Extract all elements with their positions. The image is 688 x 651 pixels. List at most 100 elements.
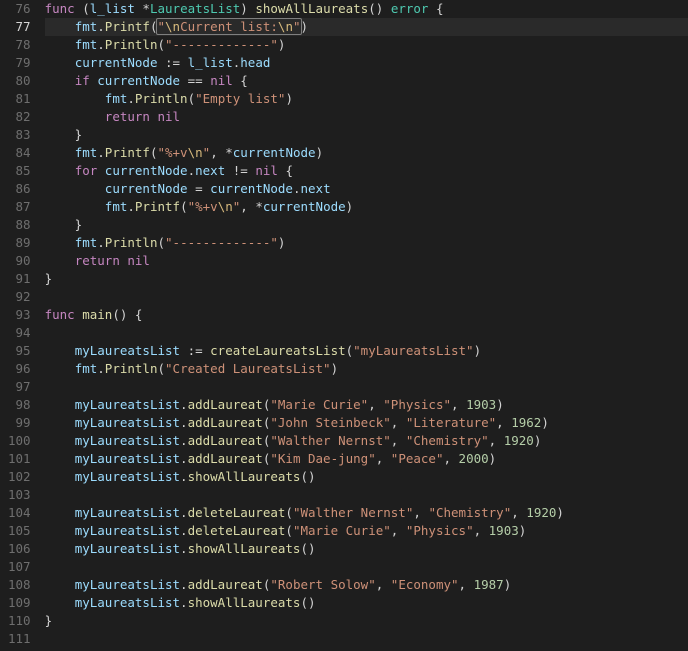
token: addLaureat	[188, 433, 263, 448]
token: myLaureatsList	[75, 433, 180, 448]
token: \n	[218, 199, 233, 214]
token: "Robert Solow"	[270, 577, 375, 592]
code-line[interactable]: return nil	[45, 108, 688, 126]
code-line[interactable]: fmt.Println("Empty list")	[45, 90, 688, 108]
code-line[interactable]: myLaureatsList.addLaureat("John Steinbec…	[45, 414, 688, 432]
code-line[interactable]	[45, 558, 688, 576]
token: .	[97, 37, 105, 52]
token: "Chemistry"	[406, 433, 489, 448]
line-number: 86	[8, 180, 31, 198]
token	[45, 505, 75, 520]
token	[45, 541, 75, 556]
token: *	[135, 1, 150, 16]
token: next	[301, 181, 331, 196]
token: 1903	[489, 523, 519, 538]
token: addLaureat	[188, 577, 263, 592]
code-line[interactable]: myLaureatsList.showAllLaureats()	[45, 540, 688, 558]
code-line[interactable]	[45, 378, 688, 396]
code-line[interactable]: myLaureatsList.deleteLaureat("Walther Ne…	[45, 504, 688, 522]
token: func	[45, 307, 75, 322]
code-line[interactable]: myLaureatsList.showAllLaureats()	[45, 468, 688, 486]
code-line[interactable]	[45, 630, 688, 648]
token: fmt	[75, 37, 98, 52]
code-line[interactable]	[45, 486, 688, 504]
line-number: 111	[8, 630, 31, 648]
code-area[interactable]: func (l_list *LaureatsList) showAllLaure…	[43, 0, 688, 651]
code-line[interactable]: fmt.Println("Created LaureatsList")	[45, 360, 688, 378]
code-line[interactable]: }	[45, 216, 688, 234]
token: nil	[210, 73, 233, 88]
token: Println	[105, 37, 158, 52]
token: }	[45, 217, 83, 232]
line-number-gutter: 7677787980818283848586878889909192939495…	[0, 0, 43, 651]
code-line[interactable]	[45, 324, 688, 342]
token: "Walther Nernst"	[293, 505, 413, 520]
token	[45, 19, 75, 34]
token: nil	[157, 109, 180, 124]
token: .	[188, 163, 196, 178]
token: currentNode	[105, 181, 188, 196]
code-line[interactable]: currentNode := l_list.head	[45, 54, 688, 72]
code-line[interactable]: myLaureatsList := createLaureatsList("my…	[45, 342, 688, 360]
code-line[interactable]: return nil	[45, 252, 688, 270]
code-line[interactable]: func (l_list *LaureatsList) showAllLaure…	[45, 0, 688, 18]
line-number: 106	[8, 540, 31, 558]
token: .	[180, 505, 188, 520]
token: currentNode	[75, 55, 158, 70]
code-line[interactable]: for currentNode.next != nil {	[45, 162, 688, 180]
code-line[interactable]: fmt.Println("-------------")	[45, 36, 688, 54]
code-line[interactable]: fmt.Printf("%+v\n", *currentNode)	[45, 198, 688, 216]
line-number: 101	[8, 450, 31, 468]
code-line[interactable]	[45, 288, 688, 306]
code-line[interactable]: if currentNode == nil {	[45, 72, 688, 90]
token: .	[97, 19, 105, 34]
code-line[interactable]: myLaureatsList.addLaureat("Walther Nerns…	[45, 432, 688, 450]
line-number: 110	[8, 612, 31, 630]
line-number: 108	[8, 576, 31, 594]
token: .	[127, 199, 135, 214]
token: )	[285, 91, 293, 106]
token	[45, 523, 75, 538]
line-number: 94	[8, 324, 31, 342]
token: "	[293, 19, 301, 34]
token: deleteLaureat	[188, 523, 286, 538]
token: .	[97, 145, 105, 160]
token: myLaureatsList	[75, 451, 180, 466]
code-line[interactable]: myLaureatsList.addLaureat("Kim Dae-jung"…	[45, 450, 688, 468]
token: ,	[413, 505, 428, 520]
code-line[interactable]: }	[45, 270, 688, 288]
token: (	[285, 505, 293, 520]
token: myLaureatsList	[75, 595, 180, 610]
code-line[interactable]: myLaureatsList.addLaureat("Robert Solow"…	[45, 576, 688, 594]
code-editor[interactable]: 7677787980818283848586878889909192939495…	[0, 0, 688, 651]
token: nil	[255, 163, 278, 178]
line-number: 91	[8, 270, 31, 288]
token: ,	[376, 577, 391, 592]
code-line[interactable]: fmt.Println("-------------")	[45, 234, 688, 252]
token: "%+v	[188, 199, 218, 214]
token: 1903	[466, 397, 496, 412]
token: "Physics"	[406, 523, 474, 538]
token: )	[316, 145, 324, 160]
token: :=	[157, 55, 187, 70]
token: )	[301, 19, 309, 34]
token: 1962	[511, 415, 541, 430]
token	[45, 91, 105, 106]
code-line[interactable]: currentNode = currentNode.next	[45, 180, 688, 198]
code-line[interactable]: myLaureatsList.showAllLaureats()	[45, 594, 688, 612]
token: showAllLaureats	[188, 541, 301, 556]
token: Println	[105, 361, 158, 376]
token	[45, 397, 75, 412]
code-line[interactable]: myLaureatsList.addLaureat("Marie Curie",…	[45, 396, 688, 414]
token: ,	[489, 433, 504, 448]
code-line[interactable]: func main() {	[45, 306, 688, 324]
token: , *	[210, 145, 233, 160]
code-line[interactable]: }	[45, 612, 688, 630]
code-line[interactable]: myLaureatsList.deleteLaureat("Marie Curi…	[45, 522, 688, 540]
code-line[interactable]: fmt.Printf("%+v\n", *currentNode)	[45, 144, 688, 162]
token: currentNode	[210, 181, 293, 196]
code-line[interactable]: }	[45, 126, 688, 144]
token: .	[180, 415, 188, 430]
code-line[interactable]: fmt.Printf("\nCurrent list:\n")	[45, 18, 688, 36]
token: 1920	[526, 505, 556, 520]
